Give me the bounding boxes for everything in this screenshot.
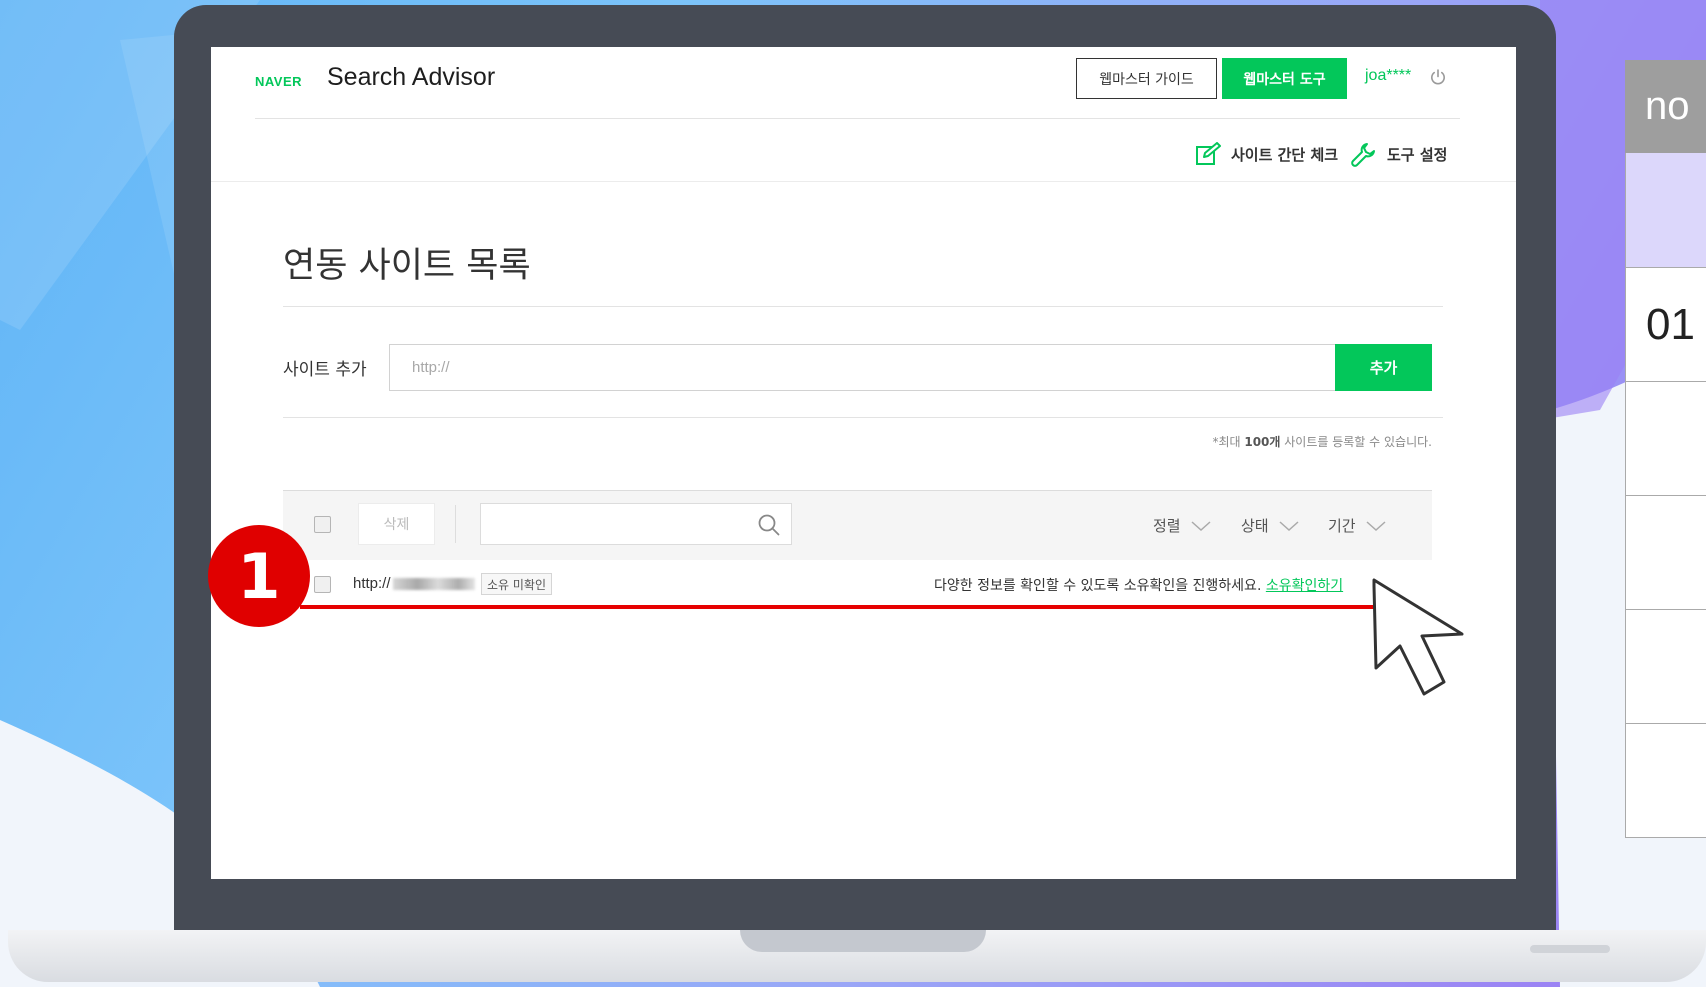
period-dropdown[interactable]: 기간 [1328, 515, 1386, 536]
site-check-link[interactable]: 사이트 간단 체크 [1195, 141, 1338, 167]
site-check-label: 사이트 간단 체크 [1231, 145, 1339, 164]
site-checkbox[interactable] [314, 576, 331, 593]
site-list-row: http:// 소유 미확인 다양한 정보를 확인할 수 있도록 소유확인을 진… [283, 565, 1443, 605]
add-site-button[interactable]: 추가 [1335, 344, 1432, 391]
header-divider [255, 118, 1460, 119]
webmaster-tools-button[interactable]: 웹마스터 도구 [1222, 58, 1347, 99]
title-divider [283, 306, 1443, 307]
side-table-row [1625, 610, 1706, 724]
blurred-domain [392, 578, 475, 591]
side-table: no 01 [1625, 60, 1706, 860]
toolbar-divider [455, 505, 456, 543]
status-label: 상태 [1241, 517, 1269, 535]
user-id-link[interactable]: joa**** [1365, 67, 1411, 85]
wrench-icon [1351, 143, 1375, 167]
subnav-divider [211, 181, 1516, 182]
logout-power-icon[interactable] [1429, 68, 1447, 86]
app-title[interactable]: Search Advisor [327, 63, 495, 92]
side-table-row [1625, 382, 1706, 496]
site-url[interactable]: http:// [353, 575, 475, 592]
search-icon[interactable] [757, 513, 781, 537]
add-divider [283, 417, 1443, 418]
side-table-cell: 01 [1646, 299, 1695, 349]
side-table-row [1625, 153, 1706, 268]
list-search-input[interactable] [480, 503, 792, 545]
sort-dropdown[interactable]: 정렬 [1153, 515, 1211, 536]
ownership-message: 다양한 정보를 확인할 수 있도록 소유확인을 진행하세요. 소유확인하기 [934, 575, 1343, 595]
note-suffix: 사이트를 등록할 수 있습니다. [1280, 435, 1432, 449]
mouse-cursor-icon [1372, 578, 1464, 696]
tool-settings-link[interactable]: 도구 설정 [1351, 141, 1447, 167]
side-table-row: 01 [1625, 268, 1706, 382]
status-badge: 소유 미확인 [481, 573, 553, 595]
chevron-down-icon [1279, 520, 1299, 531]
laptop-foot [1530, 945, 1610, 953]
period-label: 기간 [1328, 517, 1356, 535]
chevron-down-icon [1366, 520, 1386, 531]
delete-button[interactable]: 삭제 [358, 503, 435, 545]
site-limit-note: *최대 100개 사이트를 등록할 수 있습니다. [1212, 433, 1432, 450]
highlight-underline [300, 605, 1418, 609]
status-dropdown[interactable]: 상태 [1241, 515, 1299, 536]
webmaster-guide-button[interactable]: 웹마스터 가이드 [1076, 58, 1217, 99]
site-url-prefix: http:// [353, 575, 391, 592]
page-title: 연동 사이트 목록 [283, 246, 531, 286]
note-prefix: *최대 [1212, 435, 1245, 449]
verify-ownership-link[interactable]: 소유확인하기 [1266, 578, 1343, 594]
tool-settings-label: 도구 설정 [1387, 145, 1448, 164]
side-table-row [1625, 724, 1706, 838]
list-toolbar: 삭제 정렬 상태 기간 [283, 490, 1432, 560]
naver-logo[interactable]: NAVER [255, 74, 302, 89]
chevron-down-icon [1191, 520, 1211, 531]
browser-screen: NAVER Search Advisor 웹마스터 가이드 웹마스터 도구 jo… [211, 47, 1516, 879]
edit-icon [1196, 142, 1221, 165]
step-number-badge: 1 [208, 525, 310, 627]
sort-label: 정렬 [1153, 517, 1181, 535]
ownership-message-text: 다양한 정보를 확인할 수 있도록 소유확인을 진행하세요. [934, 578, 1262, 594]
side-table-header: no [1625, 60, 1706, 153]
site-add-label: 사이트 추가 [283, 360, 367, 380]
side-table-row [1625, 496, 1706, 610]
note-count: 100개 [1244, 435, 1281, 449]
select-all-checkbox[interactable] [314, 516, 331, 533]
site-url-input[interactable] [389, 344, 1336, 391]
laptop-notch [740, 930, 986, 952]
